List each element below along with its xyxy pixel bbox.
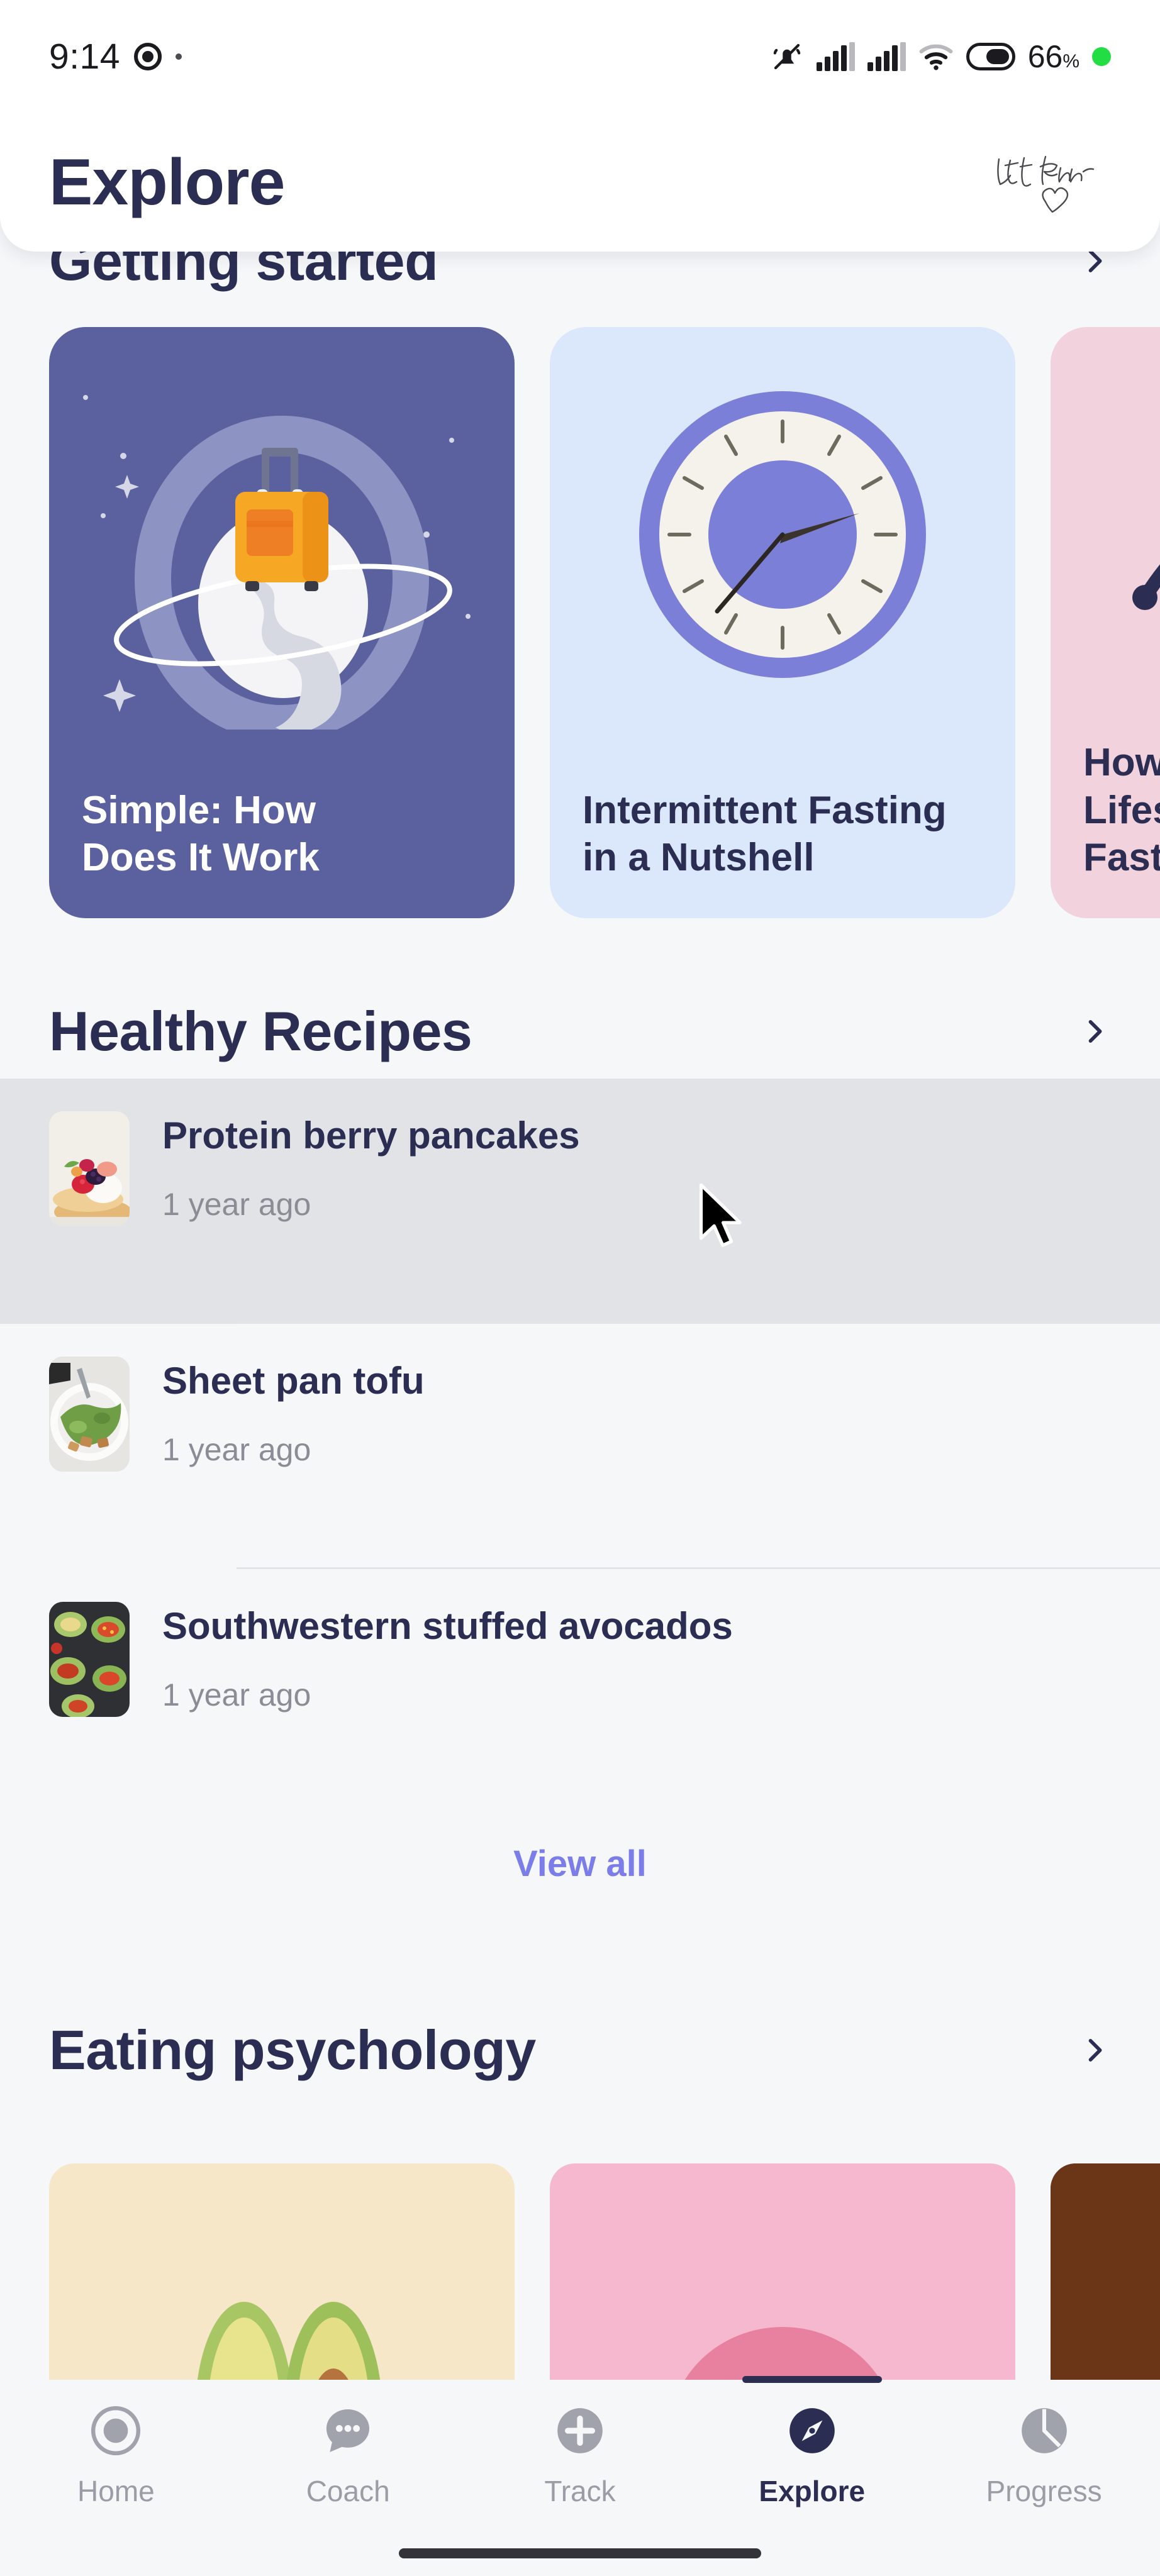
battery-icon bbox=[966, 43, 1015, 70]
nav-label: Explore bbox=[759, 2475, 866, 2507]
signal-bars-2-icon bbox=[867, 42, 906, 71]
recipe-list-item[interactable]: Sheet pan tofu 1 year ago bbox=[0, 1324, 1160, 1569]
chevron-right-icon[interactable] bbox=[1078, 1015, 1111, 1048]
recipe-list-item[interactable]: Protein berry pancakes 1 year ago bbox=[0, 1079, 1160, 1324]
wifi-icon bbox=[919, 44, 953, 70]
nav-label: Coach bbox=[306, 2475, 390, 2507]
nav-label: Progress bbox=[986, 2475, 1102, 2507]
recipe-date: 1 year ago bbox=[162, 1187, 311, 1222]
scroll-content: Getting started Simple: How Does It Work… bbox=[0, 0, 1160, 2576]
let-them-heart-widget[interactable] bbox=[985, 142, 1111, 223]
app-header-row: Explore bbox=[0, 126, 1160, 239]
card-title: Intermittent Fasting in a Nutshell bbox=[583, 788, 947, 880]
plus-circle-icon bbox=[557, 2408, 603, 2453]
green-dot-icon bbox=[1092, 47, 1111, 66]
notification-dot-icon bbox=[175, 53, 182, 60]
phone-screen: Getting started Simple: How Does It Work… bbox=[0, 0, 1160, 2576]
recipe-text: Southwestern stuffed avocados 1 year ago bbox=[162, 1602, 733, 1713]
camera-dot-icon bbox=[133, 43, 162, 70]
nav-item-home[interactable]: Home bbox=[21, 2404, 210, 2508]
bottom-navigation: Home Coach Track Explore Progress bbox=[0, 2376, 1160, 2576]
getting-started-card[interactable]: HowLifestyle AffectsFasting bbox=[1051, 327, 1160, 918]
nav-item-track[interactable]: Track bbox=[486, 2404, 674, 2508]
nav-item-progress[interactable]: Progress bbox=[950, 2404, 1139, 2508]
nav-label: Track bbox=[544, 2475, 616, 2507]
status-bar-right: 66% bbox=[770, 38, 1111, 75]
nav-label: Home bbox=[77, 2475, 155, 2507]
recipe-date: 1 year ago bbox=[162, 1432, 311, 1467]
chevron-right-icon[interactable] bbox=[1078, 245, 1111, 277]
recipe-list-item[interactable]: Southwestern stuffed avocados 1 year ago bbox=[0, 1569, 1160, 1814]
home-circle-icon bbox=[91, 2406, 141, 2456]
planet-suitcase-illustration bbox=[83, 395, 471, 730]
compass-icon bbox=[789, 2408, 835, 2453]
silent-mode-icon bbox=[773, 43, 800, 70]
recipe-list: Protein berry pancakes 1 year ago Sheet … bbox=[0, 1079, 1160, 1814]
status-bar-clock: 9:14 bbox=[49, 36, 120, 77]
chat-dots-icon bbox=[326, 2409, 370, 2453]
tofu-salad-thumbnail bbox=[49, 1357, 130, 1472]
recipe-date: 1 year ago bbox=[162, 1677, 311, 1713]
getting-started-carousel[interactable]: Simple: How Does It Work Intermittent Fa… bbox=[0, 327, 1160, 918]
mouse-cursor bbox=[699, 1183, 742, 1247]
berry-pancakes-thumbnail bbox=[49, 1111, 130, 1226]
getting-started-card[interactable]: Simple: How Does It Work bbox=[49, 327, 515, 918]
recipe-name: Protein berry pancakes bbox=[162, 1114, 580, 1157]
section-title-eating-psychology: Eating psychology bbox=[49, 2019, 536, 2081]
stuffed-avocados-thumbnail bbox=[49, 1602, 130, 1717]
chevron-right-icon[interactable] bbox=[1078, 2034, 1111, 2067]
section-title-healthy-recipes: Healthy Recipes bbox=[49, 1000, 472, 1062]
page-title: Explore bbox=[49, 145, 285, 219]
section-header-healthy-recipes[interactable]: Healthy Recipes bbox=[0, 994, 1160, 1069]
view-all-button[interactable]: View all bbox=[513, 1843, 647, 1885]
section-header-eating-psychology[interactable]: Eating psychology bbox=[0, 2012, 1160, 2088]
card-title: HowLifestyle AffectsFasting bbox=[1083, 741, 1160, 880]
lifestyle-illustration bbox=[1132, 564, 1160, 610]
view-all-container: View all bbox=[0, 1843, 1160, 1885]
nav-item-explore[interactable]: Explore bbox=[718, 2376, 906, 2508]
pie-chart-icon bbox=[1021, 2408, 1067, 2453]
nav-item-coach[interactable]: Coach bbox=[254, 2404, 442, 2508]
getting-started-card[interactable]: Intermittent Fasting in a Nutshell bbox=[550, 327, 1015, 918]
recipe-name: Southwestern stuffed avocados bbox=[162, 1605, 733, 1647]
home-indicator-pill[interactable] bbox=[399, 2548, 761, 2558]
signal-bars-icon bbox=[816, 42, 855, 71]
status-bar-left: 9:14 bbox=[49, 36, 182, 77]
active-tab-indicator bbox=[742, 2376, 882, 2383]
recipe-text: Sheet pan tofu 1 year ago bbox=[162, 1357, 425, 1468]
clock-illustration bbox=[639, 391, 926, 678]
status-bar: 9:14 66% bbox=[0, 0, 1160, 113]
battery-percent: 66% bbox=[1027, 39, 1079, 74]
recipe-text: Protein berry pancakes 1 year ago bbox=[162, 1111, 580, 1223]
card-title: Simple: How Does It Work bbox=[82, 788, 320, 880]
recipe-name: Sheet pan tofu bbox=[162, 1360, 425, 1402]
